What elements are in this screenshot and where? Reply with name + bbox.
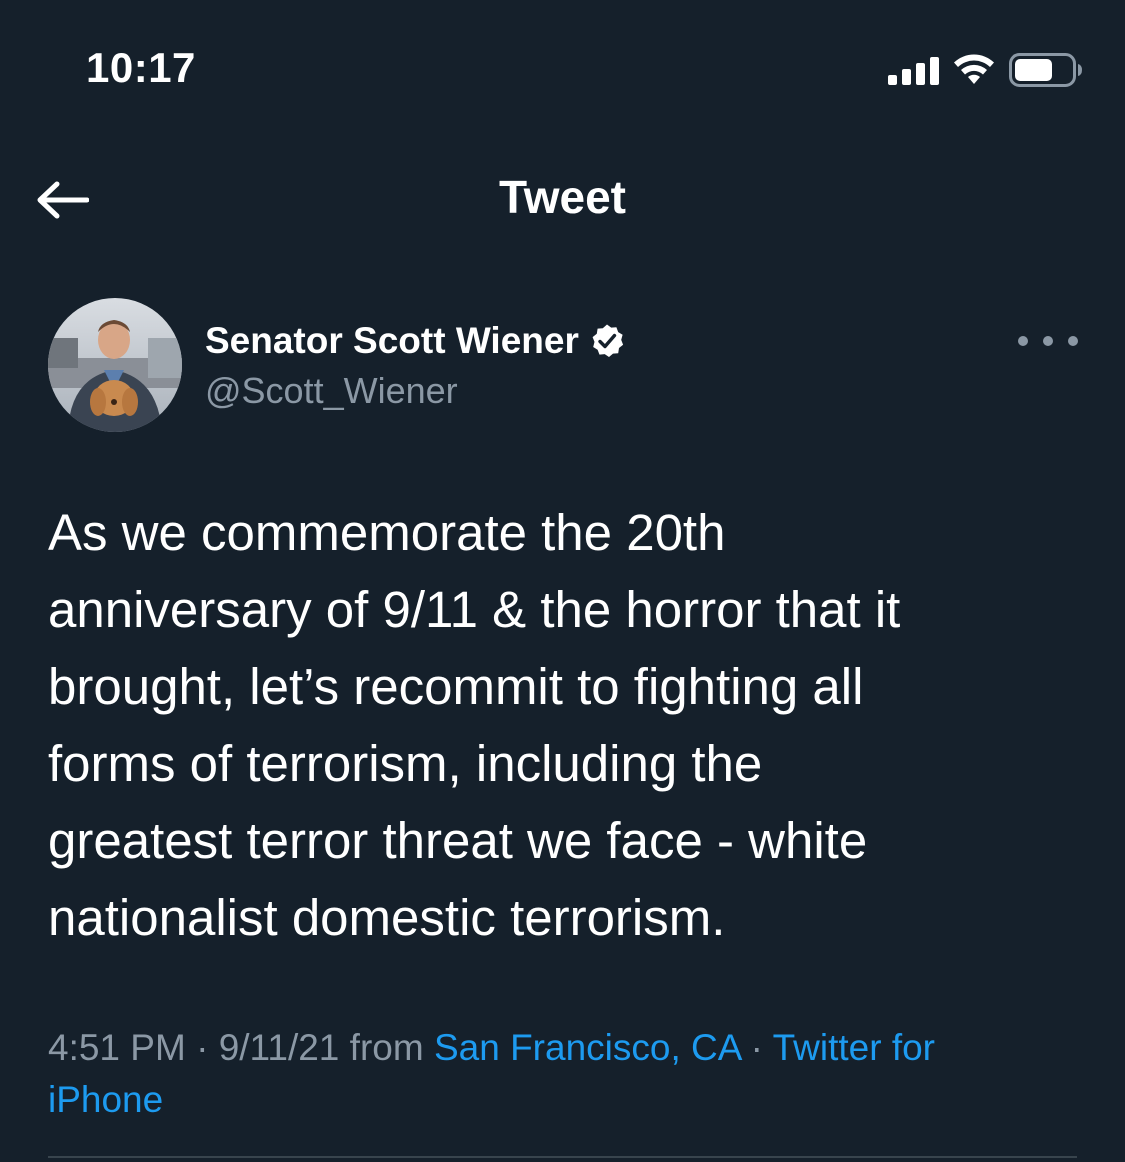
battery-icon bbox=[1009, 52, 1083, 88]
divider bbox=[48, 1156, 1077, 1158]
tweet-text-line: anniversary of 9/11 & the horror that it bbox=[48, 581, 901, 638]
more-options-button[interactable] bbox=[1018, 326, 1078, 356]
author-handle[interactable]: @Scott_Wiener bbox=[205, 370, 458, 412]
avatar[interactable] bbox=[48, 298, 182, 432]
author-row: Senator Scott Wiener @Scott_Wiener bbox=[48, 298, 1078, 434]
tweet-text-line: forms of terrorism, including the bbox=[48, 735, 763, 792]
more-dot-icon bbox=[1043, 336, 1053, 346]
wifi-icon bbox=[953, 54, 995, 86]
more-dot-icon bbox=[1018, 336, 1028, 346]
tweet-text-line: brought, let’s recommit to fighting all bbox=[48, 658, 864, 715]
tweet-text-line: greatest terror threat we face - white bbox=[48, 812, 868, 869]
location-link[interactable]: San Francisco, CA bbox=[434, 1027, 740, 1068]
tweet-text: As we commemorate the 20th anniversary o… bbox=[48, 494, 1058, 956]
tweet-screen: 10:17 Tweet Senator Scott Wiener @Scott_… bbox=[0, 0, 1125, 1162]
source-link[interactable]: Twitter for bbox=[773, 1027, 935, 1068]
author-name[interactable]: Senator Scott Wiener bbox=[205, 320, 579, 362]
status-icons bbox=[888, 50, 1083, 90]
more-dot-icon bbox=[1068, 336, 1078, 346]
tweet-text-line: As we commemorate the 20th bbox=[48, 504, 726, 561]
cellular-signal-icon bbox=[888, 55, 939, 85]
meta-from: from bbox=[339, 1027, 434, 1068]
source-link-continued[interactable]: iPhone bbox=[48, 1079, 163, 1120]
tweet-meta-line: 4:51 PM · 9/11/21 from San Francisco, CA… bbox=[48, 1022, 1058, 1074]
verified-badge-icon bbox=[589, 323, 625, 359]
meta-separator: · bbox=[740, 1027, 773, 1068]
tweet-time: 4:51 PM bbox=[48, 1027, 186, 1068]
meta-separator: · bbox=[185, 1027, 219, 1068]
navigation-header: Tweet bbox=[0, 150, 1125, 250]
status-bar: 10:17 bbox=[0, 0, 1125, 140]
tweet-text-line: nationalist domestic terrorism. bbox=[48, 889, 726, 946]
author-name-line: Senator Scott Wiener bbox=[205, 320, 625, 362]
status-time: 10:17 bbox=[86, 44, 196, 91]
page-title: Tweet bbox=[499, 171, 626, 223]
tweet-meta-line: iPhone bbox=[48, 1074, 1058, 1126]
tweet-meta: 4:51 PM · 9/11/21 from San Francisco, CA… bbox=[48, 1022, 1058, 1126]
tweet-date: 9/11/21 bbox=[218, 1027, 340, 1068]
